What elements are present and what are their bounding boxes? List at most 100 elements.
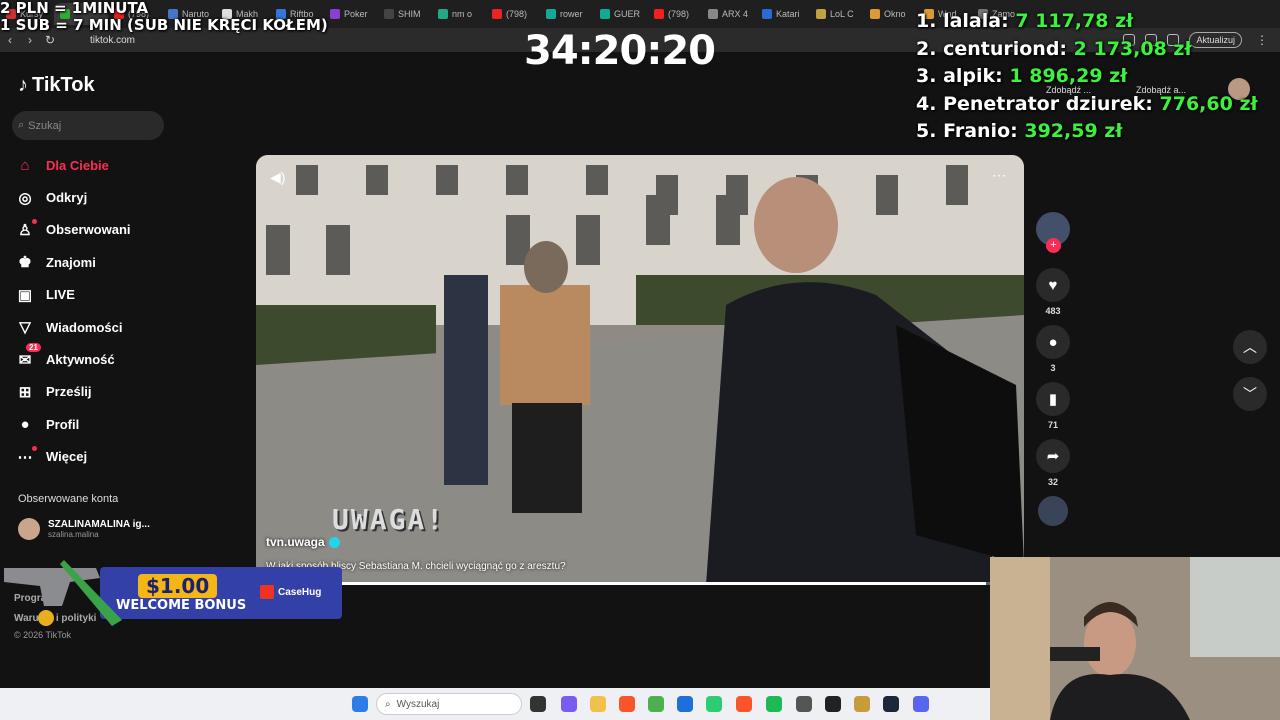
sidebar-item-live[interactable]: ▣ LIVE xyxy=(16,279,236,311)
bookmark-icon[interactable]: ▮ xyxy=(1036,382,1070,416)
browser-tab[interactable]: GUER xyxy=(594,3,648,25)
sidebar-item-friends[interactable]: ♚ Znajomi xyxy=(16,246,236,278)
chrome-icon[interactable] xyxy=(648,696,664,712)
sidebar-item-upload[interactable]: ⊞ Prześlij xyxy=(16,376,236,408)
leader-amount: 2 173,08 zł xyxy=(1073,37,1192,60)
author-name: tvn.uwaga xyxy=(266,535,325,549)
ad-welcome-text: WELCOME BONUS xyxy=(116,598,247,613)
leader-amount: 392,59 zł xyxy=(1024,120,1123,142)
task-view-icon[interactable] xyxy=(530,696,546,712)
sidebar-item-label: Więcej xyxy=(46,449,88,465)
creator-avatar[interactable]: + xyxy=(1036,212,1070,253)
notepad-icon[interactable] xyxy=(796,696,812,712)
tab-label: nm o xyxy=(452,9,473,19)
brave-browser-icon[interactable] xyxy=(736,696,752,712)
browser-tab[interactable]: rower xyxy=(540,3,594,25)
home-icon: ⌂ xyxy=(20,156,30,174)
followed-account[interactable]: SZALINAMALINA ig... szalina.malina xyxy=(18,518,150,540)
ad-amount: $1.00 xyxy=(138,574,218,598)
follow-plus-icon[interactable]: + xyxy=(1046,238,1061,253)
tab-label: ARX 4 xyxy=(722,9,749,19)
tab-label: SHIM xyxy=(398,9,421,19)
browser-tab[interactable]: (798) xyxy=(486,3,540,25)
obs-icon[interactable] xyxy=(825,696,841,712)
leader-amount: 776,60 zł xyxy=(1159,92,1258,115)
comment-icon[interactable]: ● xyxy=(1036,325,1070,359)
ad-brand: CaseHug xyxy=(260,585,321,599)
more-icon: ⋯ xyxy=(17,448,33,466)
sidebar-item-label: Obserwowani xyxy=(46,222,131,238)
webcam-frame xyxy=(990,557,1280,720)
compass-icon: ◎ xyxy=(18,189,32,207)
tab-favicon-icon xyxy=(870,9,880,19)
leader-rank: 3. xyxy=(916,65,937,87)
save-count: 71 xyxy=(1047,420,1058,430)
browser-tab[interactable]: Poker xyxy=(324,3,378,25)
discord-icon[interactable] xyxy=(913,696,929,712)
copilot-icon[interactable] xyxy=(561,696,577,712)
chevron-up-icon[interactable]: ︿ xyxy=(1233,330,1267,364)
share-icon[interactable]: ➦ xyxy=(1036,439,1070,473)
file-explorer-icon[interactable] xyxy=(590,696,606,712)
tab-label: LoL C xyxy=(830,9,854,19)
tab-label: GUER xyxy=(614,9,641,19)
video-author[interactable]: tvn.uwaga xyxy=(266,535,340,549)
video-progress-bar[interactable] xyxy=(256,582,1024,585)
sidebar-item-compass[interactable]: ◎ Odkryj xyxy=(16,181,236,213)
steam-icon[interactable] xyxy=(883,696,899,712)
search-input[interactable]: ⌕ Szukaj xyxy=(12,111,164,140)
following-icon: ♙ xyxy=(18,221,32,239)
browser-tab[interactable]: LoL C xyxy=(810,3,864,25)
video-player[interactable]: ◀) ⋯ UWAGA! tvn.uwaga W jaki sposób blis… xyxy=(256,155,1024,585)
leader-name: centuriond: xyxy=(943,37,1068,60)
brave-browser-icon[interactable] xyxy=(619,696,635,712)
like-icon[interactable]: ♥ xyxy=(1036,268,1070,302)
taskbar-search[interactable]: ⌕ Wyszukaj xyxy=(376,693,522,715)
browser-tab[interactable]: nm o xyxy=(432,3,486,25)
league-icon[interactable] xyxy=(854,696,870,712)
windows-start-icon[interactable] xyxy=(352,696,368,712)
sidebar-item-following[interactable]: ♙ Obserwowani xyxy=(16,214,236,246)
tiktok-logo[interactable]: ♪ TikTok xyxy=(18,74,95,97)
sidebar-item-messages[interactable]: ▽ Wiadomości xyxy=(16,311,236,343)
sidebar-item-label: Znajomi xyxy=(46,254,96,270)
tab-label: (798) xyxy=(506,9,528,19)
mute-icon[interactable]: ◀) xyxy=(270,169,285,186)
tab-label: (798) xyxy=(668,9,690,19)
tab-favicon-icon xyxy=(384,9,394,19)
spotify-icon[interactable] xyxy=(766,696,782,712)
casehug-logo-icon xyxy=(260,585,274,599)
sidebar-item-activity[interactable]: ✉ 21 Aktywność xyxy=(16,343,236,375)
sidebar-item-home[interactable]: ⌂ Dla Ciebie xyxy=(16,149,236,181)
app-icon[interactable] xyxy=(706,696,722,712)
browser-tab[interactable]: Okno xyxy=(864,3,918,25)
chevron-down-icon[interactable]: ﹀ xyxy=(1233,377,1267,411)
browser-tab[interactable]: (798) xyxy=(648,3,702,25)
leader-rank: 2. xyxy=(916,37,937,60)
logo-text: TikTok xyxy=(32,74,95,96)
friends-icon: ♚ xyxy=(18,254,32,272)
share-count: 32 xyxy=(1047,477,1058,487)
stream-rate-overlay: 2 PLN = 1MINUTA 1 SUB = 7 MIN (SUB NIE K… xyxy=(0,0,328,34)
sidebar-item-label: Odkryj xyxy=(46,190,88,206)
leaderboard-row: 3. alpik: 1 896,29 zł xyxy=(916,63,1258,91)
comment-count: 3 xyxy=(1050,363,1056,373)
sidebar-item-profile[interactable]: ● Profil xyxy=(16,408,236,440)
browser-tab[interactable]: Katari xyxy=(756,3,810,25)
tab-favicon-icon xyxy=(708,9,718,19)
store-icon[interactable] xyxy=(677,696,693,712)
tab-favicon-icon xyxy=(654,9,664,19)
notification-badge: 21 xyxy=(26,343,41,353)
browser-tab[interactable]: ARX 4 xyxy=(702,3,756,25)
rate-line-2: 1 SUB = 7 MIN (SUB NIE KRĘCI KOŁEM) xyxy=(0,16,328,34)
progress-fill xyxy=(256,582,986,585)
leaderboard-row: 2. centuriond: 2 173,08 zł xyxy=(916,36,1258,64)
webcam-overlay xyxy=(990,557,1280,720)
music-disc-icon[interactable] xyxy=(1038,496,1068,526)
sidebar-item-more[interactable]: ⋯ Więcej xyxy=(16,441,236,473)
tiktok-note-icon: ♪ xyxy=(18,74,28,96)
tab-favicon-icon xyxy=(600,9,610,19)
browser-tab[interactable]: SHIM xyxy=(378,3,432,25)
sidebar-item-label: Dla Ciebie xyxy=(46,157,109,173)
more-options-icon[interactable]: ⋯ xyxy=(992,167,1006,184)
